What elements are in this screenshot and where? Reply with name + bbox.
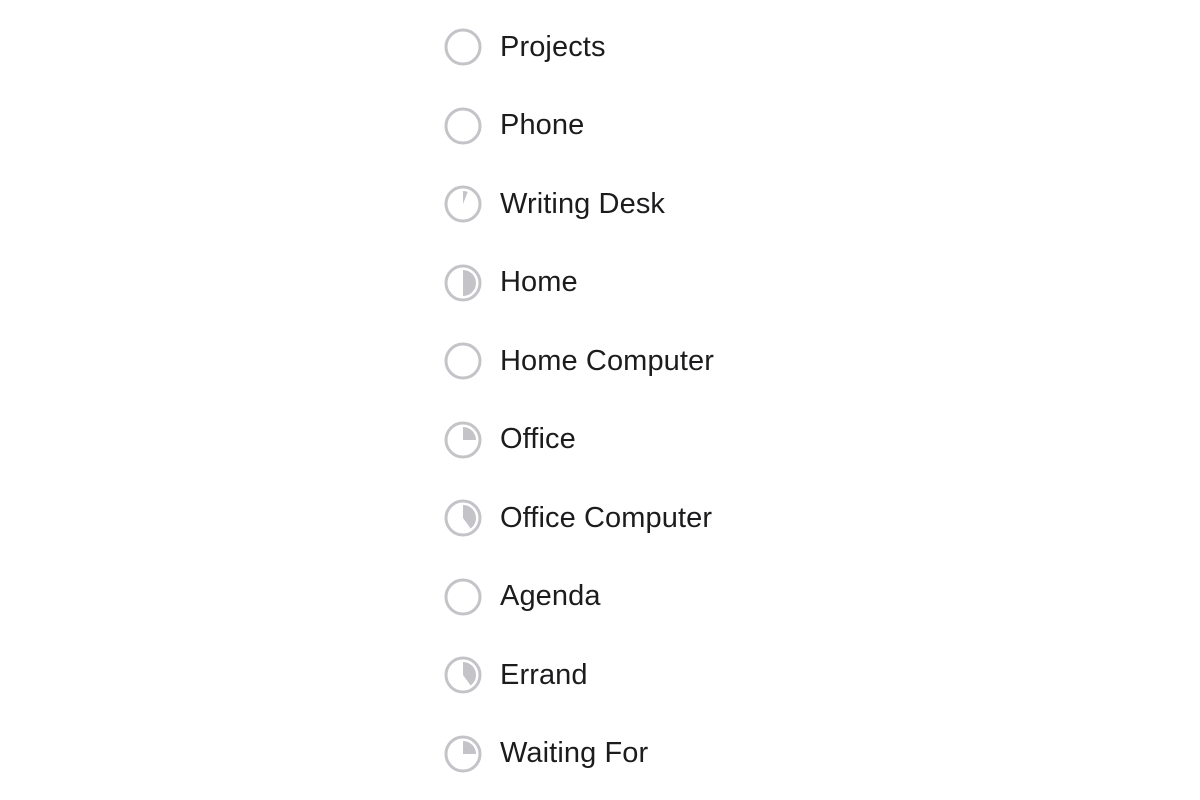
progress-ring-icon	[444, 498, 486, 538]
progress-ring-svg	[444, 264, 482, 302]
progress-ring-outline	[444, 342, 482, 380]
progress-ring-svg	[444, 656, 482, 694]
list-item-label: Writing Desk	[500, 187, 666, 220]
list-item-phone[interactable]: Phone	[444, 87, 844, 166]
list-item-home[interactable]: Home	[444, 244, 844, 323]
progress-ring-fill	[463, 662, 476, 686]
progress-ring-icon	[444, 734, 486, 774]
progress-ring-icon	[444, 655, 486, 695]
list-item-label: Office Computer	[500, 501, 713, 534]
list-item-projects[interactable]: Projects	[444, 8, 844, 87]
progress-ring-icon	[444, 263, 486, 303]
progress-ring-fill	[463, 269, 476, 296]
progress-ring-icon	[444, 577, 486, 617]
list-item-office[interactable]: Office	[444, 401, 844, 480]
list-item-writing-desk[interactable]: Writing Desk	[444, 165, 844, 244]
list-item-label: Home Computer	[500, 344, 715, 377]
progress-ring-svg	[444, 28, 482, 66]
perspective-list: Projects Phone Writing Desk Home Home Co…	[444, 8, 844, 793]
progress-ring-fill	[463, 191, 468, 205]
list-item-home-computer[interactable]: Home Computer	[444, 322, 844, 401]
list-item-waiting-for[interactable]: Waiting For	[444, 715, 844, 794]
list-item-errand[interactable]: Errand	[444, 636, 844, 715]
progress-ring-outline	[444, 578, 482, 616]
progress-ring-icon	[444, 341, 486, 381]
list-item-office-computer[interactable]: Office Computer	[444, 479, 844, 558]
progress-ring-icon	[444, 420, 486, 460]
progress-ring-icon	[444, 27, 486, 67]
progress-ring-svg	[444, 342, 482, 380]
list-item-label: Errand	[500, 658, 588, 691]
progress-ring-svg	[444, 421, 482, 459]
progress-ring-fill	[463, 505, 476, 529]
progress-ring-svg	[444, 578, 482, 616]
progress-ring-outline	[444, 107, 482, 145]
list-item-label: Projects	[500, 30, 606, 63]
list-item-label: Agenda	[500, 580, 601, 613]
progress-ring-svg	[444, 735, 482, 773]
progress-ring-svg	[444, 499, 482, 537]
list-item-label: Phone	[500, 109, 585, 142]
list-item-label: Office	[500, 423, 576, 456]
list-item-agenda[interactable]: Agenda	[444, 558, 844, 637]
progress-ring-svg	[444, 107, 482, 145]
progress-ring-icon	[444, 184, 486, 224]
list-item-label: Waiting For	[500, 737, 649, 770]
list-item-label: Home	[500, 266, 578, 299]
progress-ring-outline	[444, 28, 482, 66]
progress-ring-svg	[444, 185, 482, 223]
progress-ring-icon	[444, 106, 486, 146]
